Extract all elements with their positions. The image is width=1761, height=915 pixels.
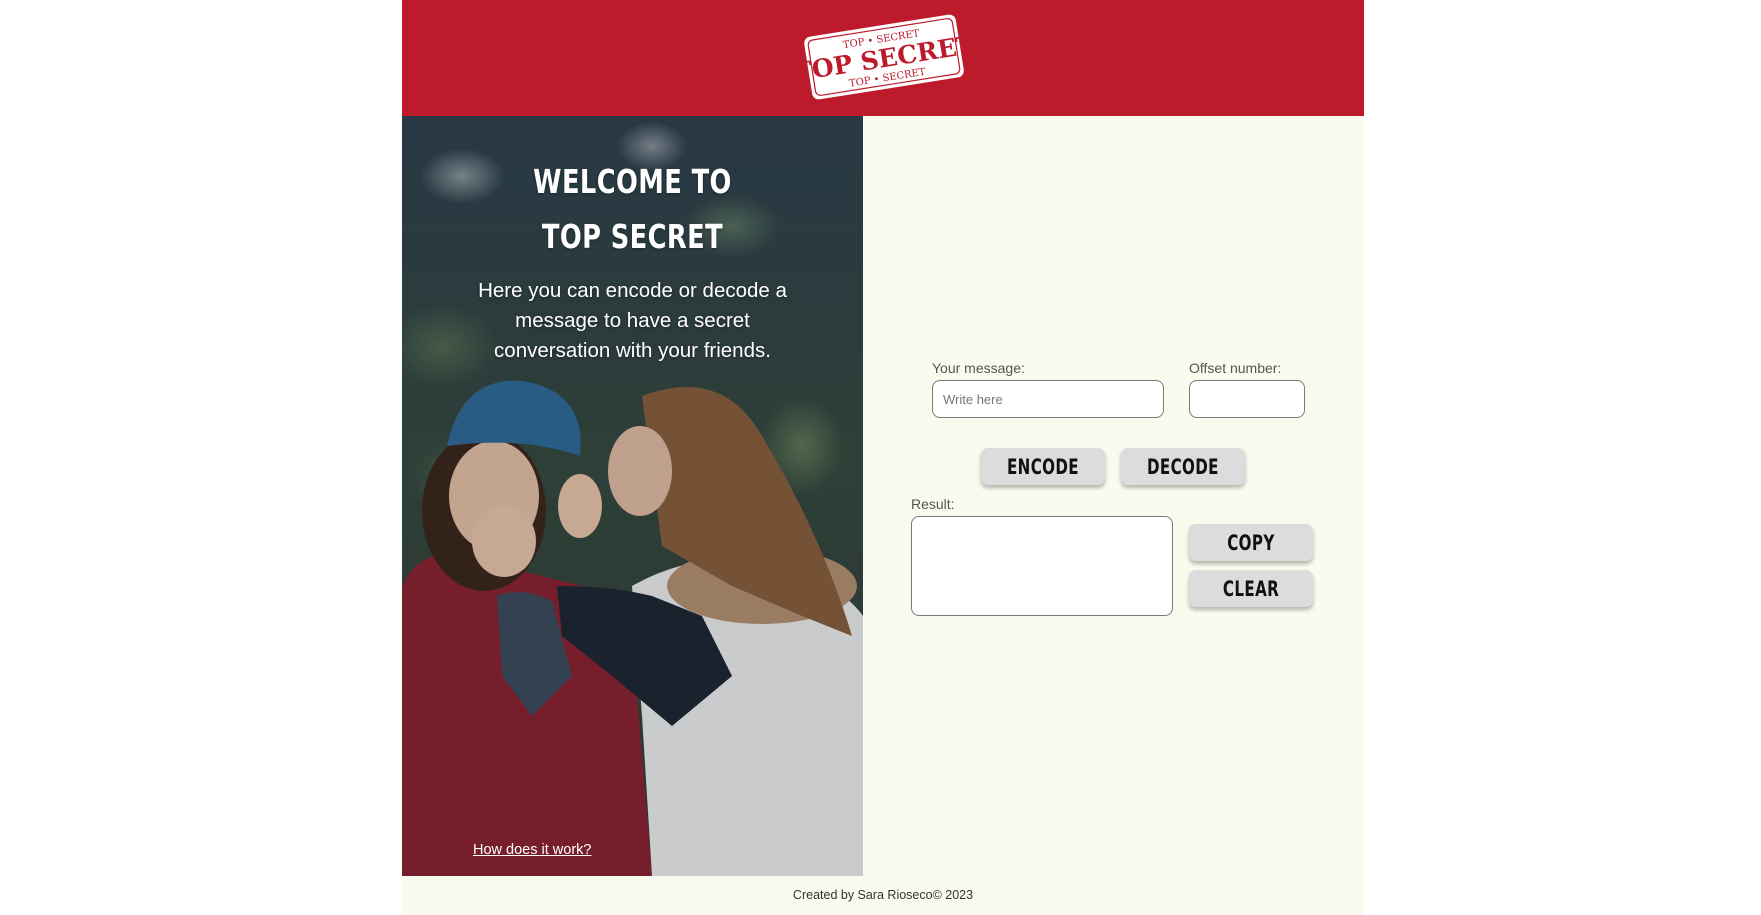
top-secret-stamp-logo: TOP • SECRET TOP SECRET TOP • SECRET xyxy=(800,12,968,102)
decode-button-label: DECODE xyxy=(1147,454,1219,479)
clear-button-label: CLEAR xyxy=(1222,576,1280,601)
offset-number-input[interactable] xyxy=(1189,380,1305,418)
how-does-it-work-link[interactable]: How does it work? xyxy=(473,842,591,858)
result-textarea[interactable] xyxy=(911,516,1173,616)
hero-description: Here you can encode or decode a message … xyxy=(478,279,787,362)
offset-label: Offset number: xyxy=(1189,360,1282,376)
hero-title: WELCOME TO TOP SECRET xyxy=(533,162,732,256)
header: TOP • SECRET TOP SECRET TOP • SECRET xyxy=(402,0,1364,116)
copy-button[interactable]: COPY xyxy=(1189,524,1313,561)
encode-button[interactable]: ENCODE xyxy=(981,448,1105,485)
encode-button-label: ENCODE xyxy=(1007,454,1079,479)
clear-button[interactable]: CLEAR xyxy=(1189,570,1313,607)
hero-panel: WELCOME TO TOP SECRET Here you can encod… xyxy=(402,116,863,876)
decode-button[interactable]: DECODE xyxy=(1121,448,1245,485)
message-label: Your message: xyxy=(932,360,1025,376)
result-label: Result: xyxy=(911,496,955,512)
copy-button-label: COPY xyxy=(1227,530,1275,555)
app-container: TOP • SECRET TOP SECRET TOP • SECRET WEL… xyxy=(402,0,1364,915)
message-input[interactable] xyxy=(932,380,1164,418)
footer-credit: Created by Sara Rioseco© 2023 xyxy=(792,888,974,902)
